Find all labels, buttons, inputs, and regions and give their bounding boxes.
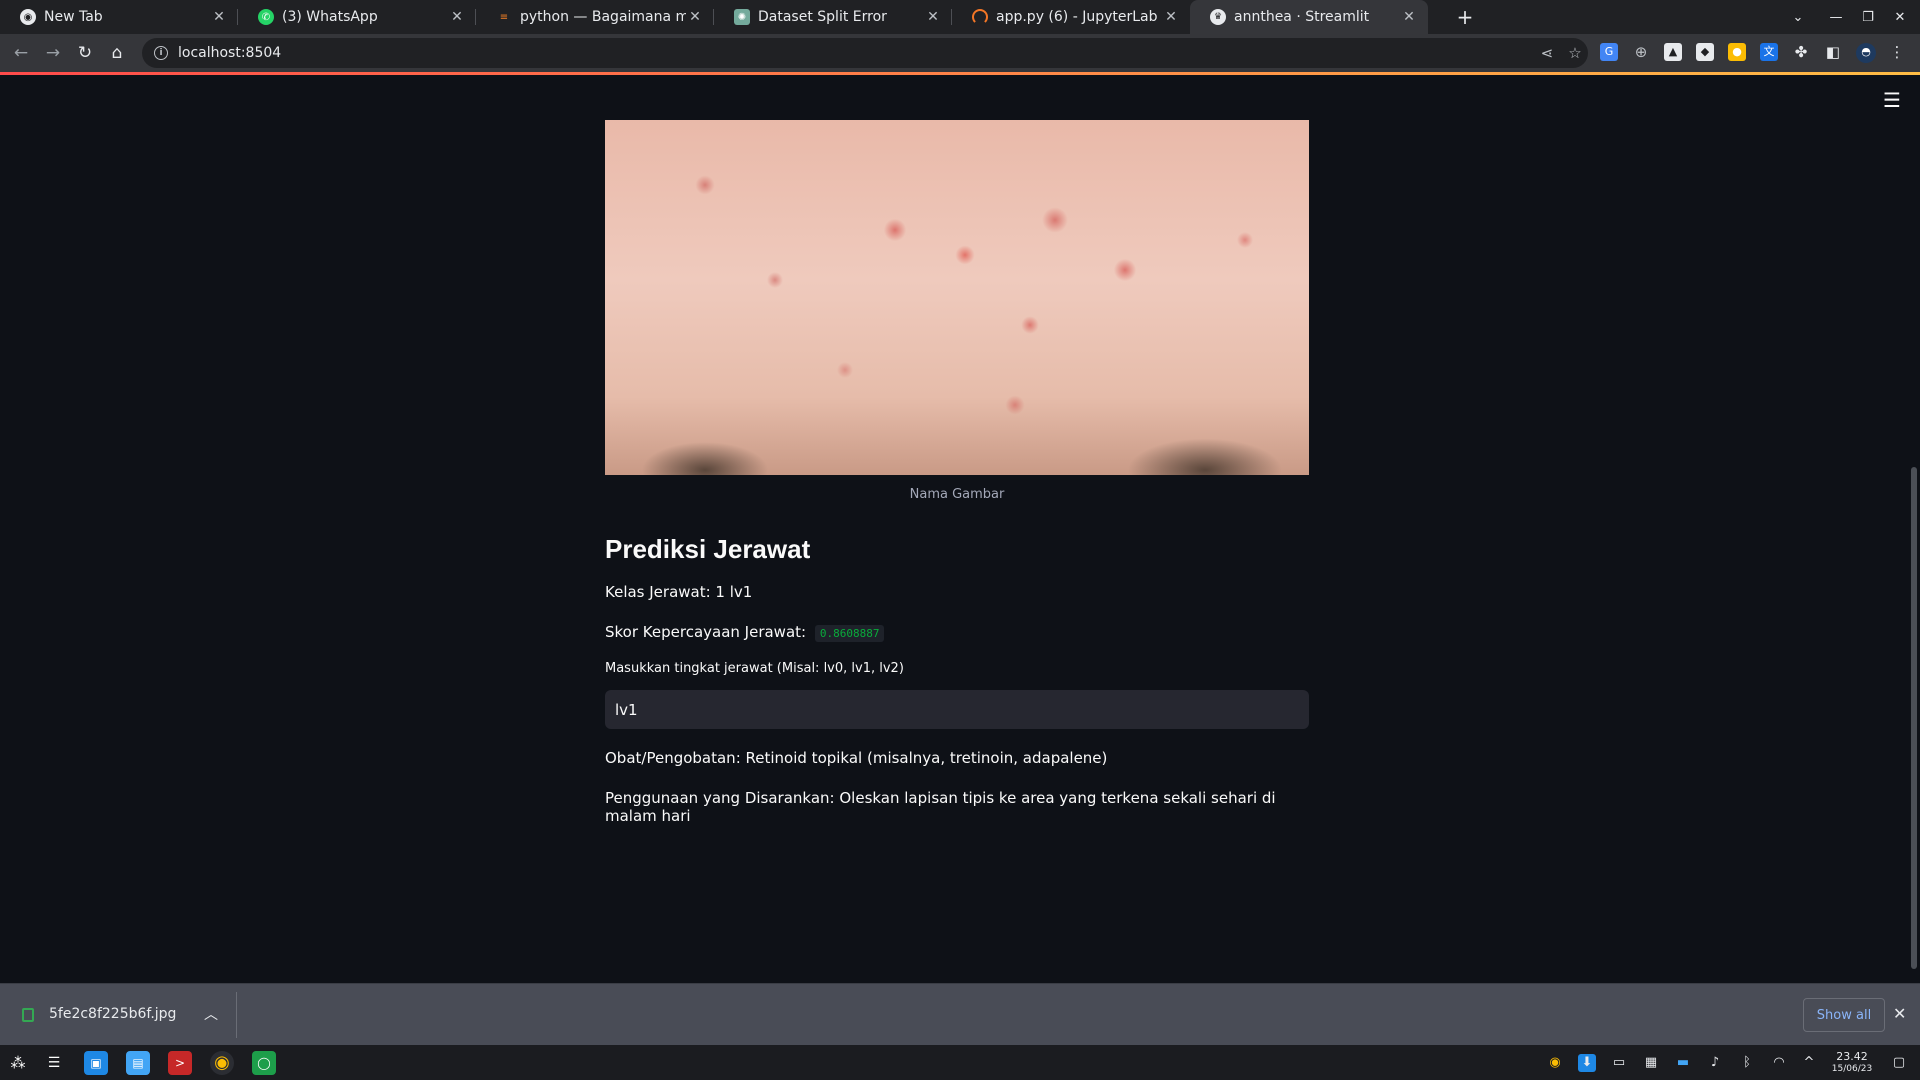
confidence-score-value: 0.8608887 bbox=[814, 625, 885, 642]
page-heading: Prediksi Jerawat bbox=[605, 534, 811, 564]
tab-dataset-split-error[interactable]: ✺ Dataset Split Error ✕ bbox=[714, 0, 952, 34]
usage-text: Penggunaan yang Disarankan: Oleskan lapi… bbox=[605, 789, 1276, 825]
close-tab-icon[interactable]: ✕ bbox=[448, 9, 466, 25]
terminal-app-icon[interactable]: > bbox=[168, 1051, 192, 1075]
download-filename[interactable]: 5fe2c8f225b6f.jpg bbox=[49, 1006, 176, 1022]
hamburger-menu-icon[interactable]: ☰ bbox=[1880, 90, 1904, 110]
download-divider bbox=[236, 992, 237, 1038]
close-shelf-icon[interactable]: ✕ bbox=[1893, 1004, 1906, 1023]
tab-whatsapp[interactable]: ✆ (3) WhatsApp ✕ bbox=[238, 0, 476, 34]
restore-button[interactable]: ❐ bbox=[1852, 0, 1884, 34]
bluetooth-icon[interactable]: ᛒ bbox=[1738, 1054, 1756, 1072]
reload-icon[interactable]: ↻ bbox=[72, 40, 98, 66]
acne-level-input-value: lv1 bbox=[615, 700, 638, 719]
bookmark-star-icon[interactable]: ☆ bbox=[1564, 42, 1586, 64]
pdf-extension-icon[interactable]: ▲ bbox=[1664, 43, 1682, 61]
kebab-menu-icon[interactable]: ⋮ bbox=[1888, 43, 1906, 61]
terminal-tray-icon[interactable]: ▭ bbox=[1610, 1054, 1628, 1072]
side-panel-icon[interactable]: ◧ bbox=[1824, 43, 1842, 61]
streamlit-top-decoration bbox=[0, 72, 1920, 75]
chrome-icon: ◉ bbox=[20, 9, 36, 25]
image-file-icon bbox=[22, 1008, 34, 1022]
close-tab-icon[interactable]: ✕ bbox=[1162, 9, 1180, 25]
tab-jupyterlab[interactable]: app.py (6) - JupyterLab ✕ bbox=[952, 0, 1190, 34]
profile-avatar[interactable]: ◓ bbox=[1856, 43, 1876, 63]
main-content: Nama Gambar Prediksi Jerawat Kelas Jeraw… bbox=[605, 120, 1309, 825]
close-window-button[interactable]: ✕ bbox=[1884, 0, 1916, 34]
scrollbar-thumb[interactable] bbox=[1911, 467, 1917, 969]
globe-extension-icon[interactable]: ⊕ bbox=[1632, 43, 1650, 61]
chevron-up-tray-icon[interactable]: ^ bbox=[1800, 1054, 1818, 1072]
translator-extension-icon[interactable]: 文 bbox=[1760, 43, 1778, 61]
uploaded-acne-image bbox=[605, 120, 1309, 475]
chrome-taskbar-icon[interactable]: ◉ bbox=[210, 1051, 234, 1075]
taskbar: ⁂ ☰ ▣ ▤ > ◉ ◯ ◉ ⬇ ▭ ▦ ▬ ♪ ᛒ ◠ ^ 23.42 15… bbox=[0, 1045, 1920, 1080]
tab-label: app.py (6) - JupyterLab bbox=[996, 9, 1158, 25]
clipboard-tray-icon[interactable]: ▦ bbox=[1642, 1054, 1660, 1072]
tab-new-tab[interactable]: ◉ New Tab ✕ bbox=[0, 0, 238, 34]
close-tab-icon[interactable]: ✕ bbox=[1400, 9, 1418, 25]
app-taskbar-icon[interactable]: ◯ bbox=[252, 1051, 276, 1075]
new-tab-button[interactable]: + bbox=[1454, 6, 1476, 28]
tab-label: New Tab bbox=[44, 9, 103, 25]
url-text: localhost:8504 bbox=[178, 45, 282, 61]
address-bar[interactable]: i localhost:8504 ⋖ ☆ bbox=[142, 38, 1588, 68]
minimize-button[interactable]: — bbox=[1820, 0, 1852, 34]
tab-label: Dataset Split Error bbox=[758, 9, 887, 25]
whatsapp-icon: ✆ bbox=[258, 9, 274, 25]
clock-date: 15/06/23 bbox=[1831, 1064, 1873, 1074]
system-clock[interactable]: 23.42 15/06/23 bbox=[1828, 1051, 1876, 1075]
image-caption: Nama Gambar bbox=[909, 487, 1005, 502]
notification-icon[interactable]: ▢ bbox=[1890, 1054, 1908, 1072]
home-icon[interactable]: ⌂ bbox=[104, 40, 130, 66]
tab-search-icon[interactable]: ⌄ bbox=[1782, 0, 1814, 34]
browser-toolbar: ← → ↻ ⌂ i localhost:8504 ⋖ ☆ G ⊕ ▲ ◆ ● 文… bbox=[0, 34, 1920, 72]
acne-level-input-label: Masukkan tingkat jerawat (Misal: lv0, lv… bbox=[605, 661, 904, 676]
site-info-icon[interactable]: i bbox=[154, 46, 168, 60]
tab-label: python — Bagaimana menen bbox=[520, 9, 686, 25]
download-tray-icon[interactable]: ⬇ bbox=[1578, 1054, 1596, 1072]
task-view-icon[interactable]: ☰ bbox=[42, 1051, 66, 1075]
translate-extension-icon[interactable]: G bbox=[1600, 43, 1618, 61]
tab-streamlit[interactable]: ♛ annthea · Streamlit ✕ bbox=[1190, 0, 1428, 34]
jupyter-icon bbox=[972, 9, 988, 25]
medicine-text: Obat/Pengobatan: Retinoid topikal (misal… bbox=[605, 749, 1108, 767]
show-all-button[interactable]: Show all bbox=[1803, 998, 1885, 1032]
confidence-score-row: Skor Kepercayaan Jerawat: 0.8608887 bbox=[605, 623, 1309, 642]
volume-icon[interactable]: ♪ bbox=[1706, 1054, 1724, 1072]
wifi-icon[interactable]: ◠ bbox=[1770, 1054, 1788, 1072]
keep-extension-icon[interactable]: ● bbox=[1728, 43, 1746, 61]
close-tab-icon[interactable]: ✕ bbox=[924, 9, 942, 25]
streamlit-icon: ♛ bbox=[1210, 9, 1226, 25]
acne-level-input[interactable]: lv1 bbox=[605, 690, 1309, 729]
confidence-score-label: Skor Kepercayaan Jerawat: bbox=[605, 623, 807, 641]
tab-label: (3) WhatsApp bbox=[282, 9, 378, 25]
page-scrollbar[interactable] bbox=[1908, 75, 1920, 983]
chevron-up-icon[interactable]: ︿ bbox=[204, 1004, 218, 1024]
back-icon[interactable]: ← bbox=[8, 40, 34, 66]
clock-time: 23.42 bbox=[1836, 1050, 1868, 1063]
download-shelf: 5fe2c8f225b6f.jpg ︿ Show all ✕ bbox=[0, 983, 1920, 1045]
tab-strip: ◉ New Tab ✕ ✆ (3) WhatsApp ✕ ≡ python — … bbox=[0, 0, 1920, 34]
chatgpt-icon: ✺ bbox=[734, 9, 750, 25]
share-icon[interactable]: ⋖ bbox=[1536, 42, 1558, 64]
launcher-icon[interactable]: ⁂ bbox=[6, 1051, 30, 1075]
file-manager-icon[interactable]: ▤ bbox=[126, 1051, 150, 1075]
stackoverflow-icon: ≡ bbox=[499, 11, 509, 23]
acne-class-text: Kelas Jerawat: 1 lv1 bbox=[605, 583, 753, 601]
forward-icon[interactable]: → bbox=[40, 40, 66, 66]
tab-stackoverflow[interactable]: ≡ python — Bagaimana menen ✕ bbox=[476, 0, 714, 34]
close-tab-icon[interactable]: ✕ bbox=[686, 9, 704, 25]
shield-extension-icon[interactable]: ◆ bbox=[1696, 43, 1714, 61]
tab-label: annthea · Streamlit bbox=[1234, 9, 1370, 25]
chat-tray-icon[interactable]: ▬ bbox=[1674, 1054, 1692, 1072]
chrome-tray-icon[interactable]: ◉ bbox=[1546, 1054, 1564, 1072]
extensions-puzzle-icon[interactable]: ✤ bbox=[1792, 43, 1810, 61]
close-tab-icon[interactable]: ✕ bbox=[210, 9, 228, 25]
store-icon[interactable]: ▣ bbox=[84, 1051, 108, 1075]
